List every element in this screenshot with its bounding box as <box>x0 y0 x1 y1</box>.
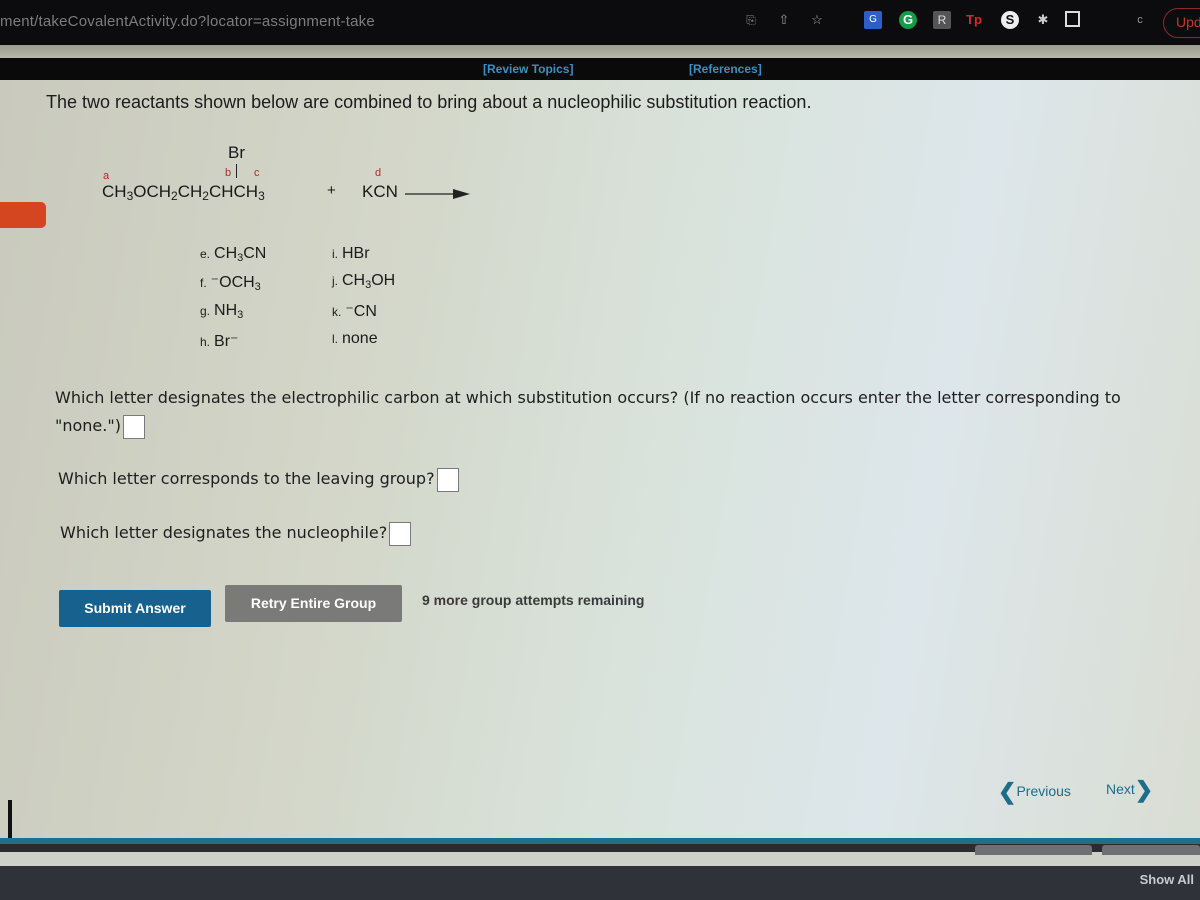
question-page: The two reactants shown below are combin… <box>0 80 1200 840</box>
option-h: h. Br⁻ <box>200 333 239 350</box>
side-tab-marker[interactable] <box>0 202 46 228</box>
google-translate-extension-icon[interactable]: G <box>864 11 882 29</box>
footer-tab[interactable] <box>975 845 1092 855</box>
update-button[interactable]: Upd <box>1163 8 1200 38</box>
show-all-button[interactable]: Show All <box>1140 872 1194 887</box>
option-f: f. ⁻OCH3 <box>200 274 261 293</box>
reactant-alkyl-bromide: CH3OCH2CH2CHCH3 <box>102 182 265 203</box>
label-a: a <box>103 170 110 182</box>
extension-r-icon[interactable]: R <box>933 11 951 29</box>
bookmark-star-icon[interactable]: ☆ <box>808 11 826 29</box>
reaction-arrow-icon <box>405 189 470 199</box>
attempts-remaining: 9 more group attempts remaining <box>422 592 645 608</box>
window-edge <box>8 800 12 840</box>
nucleophile-input[interactable] <box>389 521 412 546</box>
question-intro: The two reactants shown below are combin… <box>46 92 812 112</box>
plus-sign: + <box>327 182 336 199</box>
next-button[interactable]: Next❯ <box>1106 777 1153 803</box>
references-link[interactable]: [References] <box>689 62 762 76</box>
share-icon[interactable]: ⇧ <box>775 11 793 29</box>
option-j: j. CH3OH <box>332 272 396 291</box>
tp-extension-icon[interactable]: Tp <box>965 11 983 29</box>
bromine-substituent: Br <box>228 143 245 162</box>
tab-strip <box>0 45 1200 58</box>
bond-line <box>236 164 237 178</box>
browser-toolbar: ment/takeCovalentActivity.do?locator=ass… <box>0 0 1200 45</box>
downloads-bar <box>0 866 1200 900</box>
question-nucleophile: Which letter designates the nucleophile? <box>60 519 412 547</box>
submit-answer-button[interactable]: Submit Answer <box>59 590 211 627</box>
chevron-left-icon: ❮ <box>998 779 1017 804</box>
grammarly-extension-icon[interactable]: G <box>899 11 917 29</box>
translate-icon[interactable]: ⎘ <box>742 11 760 29</box>
references-bar: [Review Topics] [References] <box>0 58 1200 80</box>
footer-tab[interactable] <box>1102 845 1200 855</box>
s-extension-icon[interactable]: S <box>1001 11 1019 29</box>
question-leaving-group: Which letter corresponds to the leaving … <box>58 465 459 493</box>
leaving-group-input[interactable] <box>436 467 459 492</box>
option-g: g. NH3 <box>200 302 244 321</box>
reactant-kcn: KCN <box>362 182 398 201</box>
review-topics-link[interactable]: [Review Topics] <box>483 62 573 76</box>
option-e: e. CH3CN <box>200 245 267 264</box>
label-d: d <box>375 167 382 179</box>
address-bar[interactable]: ment/takeCovalentActivity.do?locator=ass… <box>0 13 375 30</box>
option-l: l. none <box>332 330 378 347</box>
previous-button[interactable]: ❮Previous <box>998 779 1071 805</box>
chevron-right-icon: ❯ <box>1134 777 1154 802</box>
question-electrophilic-carbon: Which letter designates the electrophili… <box>55 384 1135 440</box>
label-c: c <box>254 167 260 179</box>
option-i: i. HBr <box>332 245 370 262</box>
retry-entire-group-button[interactable]: Retry Entire Group <box>225 585 402 622</box>
electrophilic-carbon-input[interactable] <box>122 414 145 439</box>
label-b: b <box>225 167 232 179</box>
option-k: k. ⁻CN <box>332 303 377 320</box>
profile-avatar[interactable]: c <box>1131 11 1149 29</box>
sidebar-icon[interactable] <box>1065 11 1080 27</box>
extensions-puzzle-icon[interactable]: ✱ <box>1034 11 1052 29</box>
